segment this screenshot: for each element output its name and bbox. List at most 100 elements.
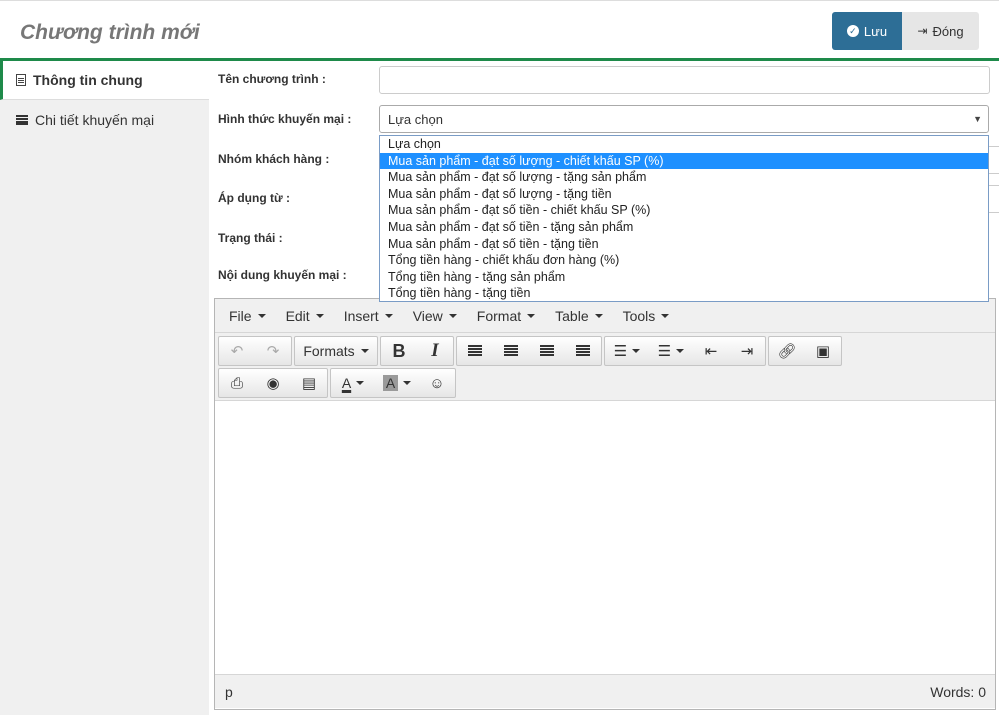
insert-link-button[interactable]: 🔗︎	[769, 337, 805, 365]
bullet-list-icon: ☰	[613, 343, 628, 360]
bold-icon: B	[392, 340, 406, 361]
menu-table[interactable]: Table	[545, 308, 612, 324]
program-name-label: Tên chương trình :	[218, 72, 326, 86]
caret-down-icon	[360, 349, 369, 353]
dropdown-option[interactable]: Mua sản phẩm - đạt số tiền - chiết khấu …	[380, 202, 988, 219]
indent-icon: ⇥	[740, 343, 754, 360]
smiley-icon: ☺	[429, 374, 445, 392]
outdent-button[interactable]: ⇤	[693, 337, 729, 365]
menu-view[interactable]: View	[403, 308, 467, 324]
eye-icon: ◉	[266, 375, 280, 392]
menu-label: Format	[476, 307, 522, 324]
background-color-icon: A	[382, 375, 399, 391]
status-label: Trạng thái :	[218, 231, 283, 245]
dropdown-option[interactable]: Tổng tiền hàng - tặng sản phẩm	[380, 269, 988, 286]
undo-button[interactable]: ↶	[219, 337, 255, 365]
caret-down-icon	[384, 313, 393, 318]
caret-down-icon	[594, 313, 603, 318]
menu-label: Edit	[285, 307, 310, 324]
dropdown-arrow-icon: ▼	[973, 114, 982, 124]
dropdown-option[interactable]: Mua sản phẩm - đạt số tiền - tặng tiền	[380, 236, 988, 253]
formats-dropdown[interactable]: Formats	[295, 337, 377, 365]
dropdown-option[interactable]: Mua sản phẩm - đạt số lượng - tặng sản p…	[380, 169, 988, 186]
dropdown-option[interactable]: Tổng tiền hàng - tặng tiền	[380, 285, 988, 302]
promotion-type-select[interactable]: Lựa chọn ▼	[379, 105, 989, 133]
menu-label: View	[412, 307, 443, 324]
print-button[interactable]: ⎙	[219, 369, 255, 397]
page-title: Chương trình mới	[20, 21, 200, 44]
insert-image-button[interactable]: ▣	[805, 337, 841, 365]
promotion-type-label: Hình thức khuyến mại :	[218, 112, 352, 126]
document-icon	[16, 74, 26, 86]
align-right-button[interactable]	[529, 337, 565, 365]
editor-menubar: File Edit Insert View Format Table Tools	[215, 299, 995, 333]
link-icon: 🔗︎	[777, 343, 797, 360]
media-icon: ▤	[301, 375, 317, 392]
header-bar: Chương trình mới ✓ Lưu ⇥ Đóng	[0, 0, 999, 61]
redo-button[interactable]: ↷	[255, 337, 291, 365]
align-right-icon	[540, 345, 554, 357]
text-color-button[interactable]: A	[331, 369, 375, 397]
indent-button[interactable]: ⇥	[729, 337, 765, 365]
numbered-list-icon: ☰	[657, 343, 672, 360]
caret-down-icon	[661, 313, 670, 318]
background-color-button[interactable]: A	[375, 369, 419, 397]
align-justify-icon	[576, 345, 590, 357]
caret-down-icon	[676, 349, 685, 353]
undo-icon: ↶	[230, 343, 244, 360]
menu-file[interactable]: File	[219, 308, 276, 324]
align-left-button[interactable]	[457, 337, 493, 365]
print-icon: ⎙	[230, 374, 243, 392]
editor-content-area[interactable]	[215, 401, 995, 674]
outdent-icon: ⇤	[704, 343, 718, 360]
element-path[interactable]: p	[225, 684, 233, 700]
image-icon: ▣	[815, 343, 831, 360]
sidebar-item-label: Thông tin chung	[33, 72, 143, 88]
align-center-button[interactable]	[493, 337, 529, 365]
menu-tools[interactable]: Tools	[613, 308, 680, 324]
dropdown-option[interactable]: Mua sản phẩm - đạt số lượng - tặng tiền	[380, 186, 988, 203]
menu-format[interactable]: Format	[467, 308, 545, 324]
bold-button[interactable]: B	[381, 337, 417, 365]
sidebar-item-promotion-details[interactable]: Chi tiết khuyến mại	[0, 100, 209, 139]
dropdown-option[interactable]: Lựa chọn	[380, 136, 988, 153]
numbered-list-button[interactable]: ☰	[649, 337, 693, 365]
caret-down-icon	[527, 313, 536, 318]
promotion-type-value: Lựa chọn	[388, 112, 443, 127]
caret-down-icon	[632, 349, 641, 353]
menu-insert[interactable]: Insert	[334, 308, 403, 324]
sidebar: Thông tin chung Chi tiết khuyến mại	[0, 61, 209, 715]
align-center-icon	[504, 345, 518, 357]
text-color-icon: A	[341, 375, 352, 391]
menu-label: Table	[555, 307, 589, 324]
preview-button[interactable]: ◉	[255, 369, 291, 397]
menu-label: Insert	[343, 307, 379, 324]
align-justify-button[interactable]	[565, 337, 601, 365]
menu-edit[interactable]: Edit	[276, 308, 334, 324]
italic-button[interactable]: I	[417, 337, 453, 365]
program-name-input[interactable]	[379, 66, 990, 94]
redo-icon: ↷	[266, 343, 280, 360]
save-button[interactable]: ✓ Lưu	[832, 12, 902, 50]
italic-icon: I	[431, 340, 439, 361]
save-button-label: Lưu	[863, 23, 888, 39]
editor-toolbar: ↶ ↷ Formats B I ☰ ☰ ⇤ ⇥ 🔗︎ ▣ ⎙ ◉ ▤ A A ☺	[215, 333, 995, 401]
apply-from-label: Áp dụng từ :	[218, 191, 290, 205]
close-button-label: Đóng	[932, 23, 964, 39]
menu-label: File	[229, 307, 252, 324]
close-button[interactable]: ⇥ Đóng	[902, 12, 979, 50]
sidebar-item-general-info[interactable]: Thông tin chung	[0, 61, 209, 100]
caret-down-icon	[448, 313, 457, 318]
promotion-content-label: Nội dung khuyến mại :	[218, 268, 347, 282]
editor-statusbar: p Words: 0	[215, 674, 995, 708]
dropdown-option-highlighted[interactable]: Mua sản phẩm - đạt số lượng - chiết khấu…	[380, 152, 988, 170]
dropdown-option[interactable]: Tổng tiền hàng - chiết khấu đơn hàng (%)	[380, 252, 988, 269]
bullet-list-button[interactable]: ☰	[605, 337, 649, 365]
emoticons-button[interactable]: ☺	[419, 369, 455, 397]
caret-down-icon	[403, 381, 412, 385]
caret-down-icon	[257, 313, 266, 318]
sidebar-item-label: Chi tiết khuyến mại	[35, 111, 155, 128]
dropdown-option[interactable]: Mua sản phẩm - đạt số tiền - tặng sản ph…	[380, 219, 988, 236]
insert-media-button[interactable]: ▤	[291, 369, 327, 397]
caret-down-icon	[315, 313, 324, 318]
